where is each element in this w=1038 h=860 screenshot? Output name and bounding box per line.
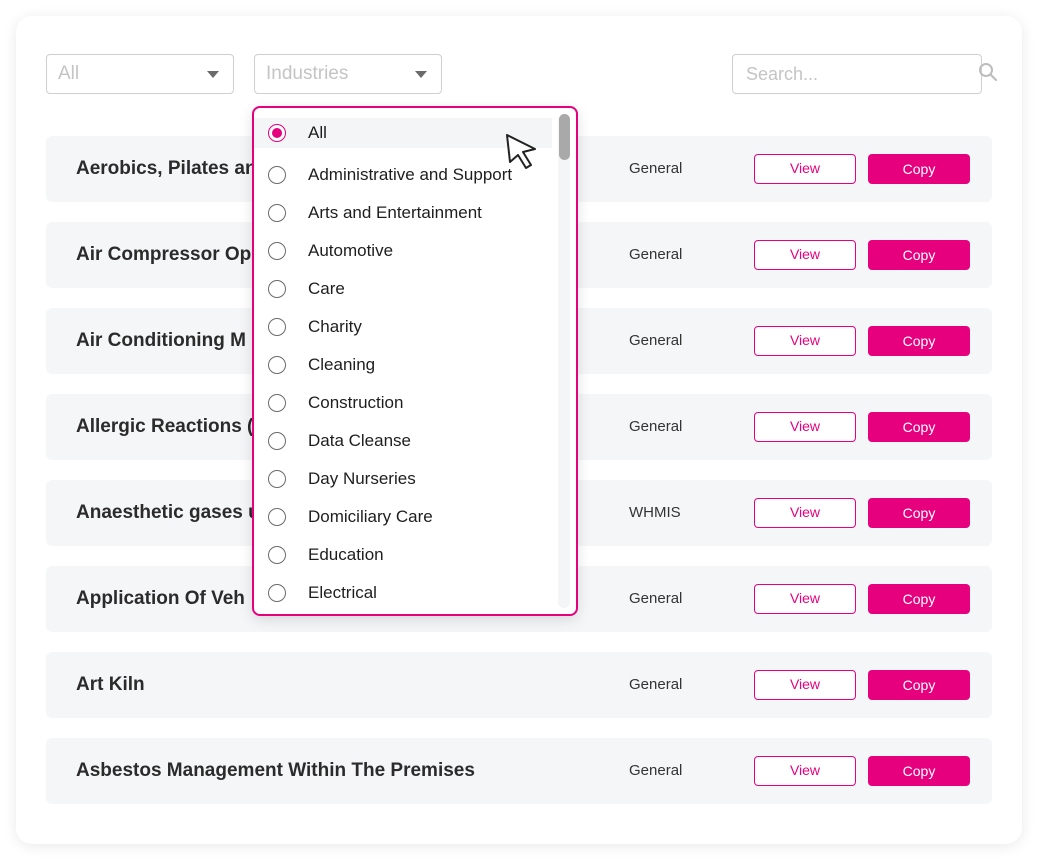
row-title: Anaesthetic gases u bbox=[76, 502, 260, 523]
row-category: General bbox=[629, 160, 683, 177]
type-filter-value: All bbox=[58, 63, 80, 84]
row-category: General bbox=[629, 676, 683, 693]
view-button[interactable]: View bbox=[754, 240, 856, 270]
caret-down-icon bbox=[207, 70, 219, 78]
type-filter-select[interactable]: All bbox=[46, 54, 234, 94]
industry-option-label: Domiciliary Care bbox=[308, 507, 433, 526]
industry-option[interactable]: Data Cleanse bbox=[254, 422, 552, 460]
row-title: Asbestos Management Within The Premises bbox=[76, 760, 475, 781]
industry-option-label: Administrative and Support bbox=[308, 165, 513, 184]
industry-option[interactable]: Care bbox=[254, 270, 552, 308]
radio-unselected-icon[interactable] bbox=[268, 166, 286, 184]
view-button[interactable]: View bbox=[754, 584, 856, 614]
copy-button[interactable]: Copy bbox=[868, 412, 970, 442]
industry-option-label: Day Nurseries bbox=[308, 469, 416, 488]
row-category: General bbox=[629, 418, 683, 435]
row-title: Allergic Reactions ( bbox=[76, 416, 254, 437]
copy-button[interactable]: Copy bbox=[868, 498, 970, 528]
industry-option[interactable]: Day Nurseries bbox=[254, 460, 552, 498]
row-title: Application Of Veh bbox=[76, 588, 245, 609]
radio-unselected-icon[interactable] bbox=[268, 432, 286, 450]
industry-option[interactable]: Electrical bbox=[254, 574, 552, 612]
radio-unselected-icon[interactable] bbox=[268, 356, 286, 374]
row-category: General bbox=[629, 246, 683, 263]
radio-unselected-icon[interactable] bbox=[268, 470, 286, 488]
caret-down-icon bbox=[415, 70, 427, 78]
industry-option[interactable]: Construction bbox=[254, 384, 552, 422]
industry-option[interactable]: Charity bbox=[254, 308, 552, 346]
industry-option-label: Electrical bbox=[308, 583, 377, 602]
copy-button[interactable]: Copy bbox=[868, 670, 970, 700]
radio-unselected-icon[interactable] bbox=[268, 508, 286, 526]
industry-option[interactable]: Domiciliary Care bbox=[254, 498, 552, 536]
view-button[interactable]: View bbox=[754, 412, 856, 442]
copy-button[interactable]: Copy bbox=[868, 756, 970, 786]
row-title: Art Kiln bbox=[76, 674, 145, 695]
view-button[interactable]: View bbox=[754, 498, 856, 528]
copy-button[interactable]: Copy bbox=[868, 326, 970, 356]
industry-option-label: All bbox=[308, 123, 327, 142]
industry-option-label: Arts and Entertainment bbox=[308, 203, 482, 222]
row-category: General bbox=[629, 332, 683, 349]
view-button[interactable]: View bbox=[754, 756, 856, 786]
row-category: General bbox=[629, 590, 683, 607]
radio-unselected-icon[interactable] bbox=[268, 584, 286, 602]
row-title: Aerobics, Pilates an bbox=[76, 158, 257, 179]
row-title: Air Compressor Op bbox=[76, 244, 252, 265]
row-title: Air Conditioning M bbox=[76, 330, 246, 351]
radio-unselected-icon[interactable] bbox=[268, 546, 286, 564]
view-button[interactable]: View bbox=[754, 326, 856, 356]
mouse-pointer-icon bbox=[506, 134, 536, 169]
copy-button[interactable]: Copy bbox=[868, 584, 970, 614]
industry-option[interactable]: Education bbox=[254, 536, 552, 574]
radio-unselected-icon[interactable] bbox=[268, 318, 286, 336]
table-row: Art Kiln General View Copy bbox=[46, 652, 992, 718]
table-row: Asbestos Management Within The Premises G… bbox=[46, 738, 992, 804]
view-button[interactable]: View bbox=[754, 670, 856, 700]
search-box[interactable] bbox=[732, 54, 998, 94]
industry-option-label: Data Cleanse bbox=[308, 431, 412, 450]
industry-option-label: Cleaning bbox=[308, 355, 376, 374]
industry-option[interactable]: Automotive bbox=[254, 232, 552, 270]
copy-button[interactable]: Copy bbox=[868, 154, 970, 184]
radio-unselected-icon[interactable] bbox=[268, 394, 286, 412]
search-input[interactable] bbox=[746, 63, 978, 85]
industry-option-label: Automotive bbox=[308, 241, 394, 260]
dropdown-scrollbar[interactable] bbox=[558, 114, 570, 608]
radio-unselected-icon[interactable] bbox=[268, 242, 286, 260]
dropdown-scrollbar-thumb[interactable] bbox=[559, 114, 570, 160]
industry-option-label: Care bbox=[308, 279, 345, 298]
row-category: General bbox=[629, 762, 683, 779]
copy-button[interactable]: Copy bbox=[868, 240, 970, 270]
radio-unselected-icon[interactable] bbox=[268, 204, 286, 222]
industry-option[interactable]: Arts and Entertainment bbox=[254, 194, 552, 232]
search-icon[interactable] bbox=[978, 62, 998, 87]
row-category: WHMIS bbox=[629, 504, 681, 521]
industry-dropdown-menu: All Administrative and Support Arts and En… bbox=[252, 106, 578, 616]
industry-option-label: Education bbox=[308, 545, 384, 564]
industry-option[interactable]: Cleaning bbox=[254, 346, 552, 384]
view-button[interactable]: View bbox=[754, 154, 856, 184]
radio-selected-icon[interactable] bbox=[268, 124, 286, 142]
radio-unselected-icon[interactable] bbox=[268, 280, 286, 298]
industry-filter-select[interactable]: Industries bbox=[254, 54, 442, 94]
industry-option-label: Charity bbox=[308, 317, 362, 336]
industry-filter-value: Industries bbox=[266, 63, 349, 84]
industry-options-list: All Administrative and Support Arts and En… bbox=[254, 118, 552, 612]
industry-option-label: Construction bbox=[308, 393, 404, 412]
